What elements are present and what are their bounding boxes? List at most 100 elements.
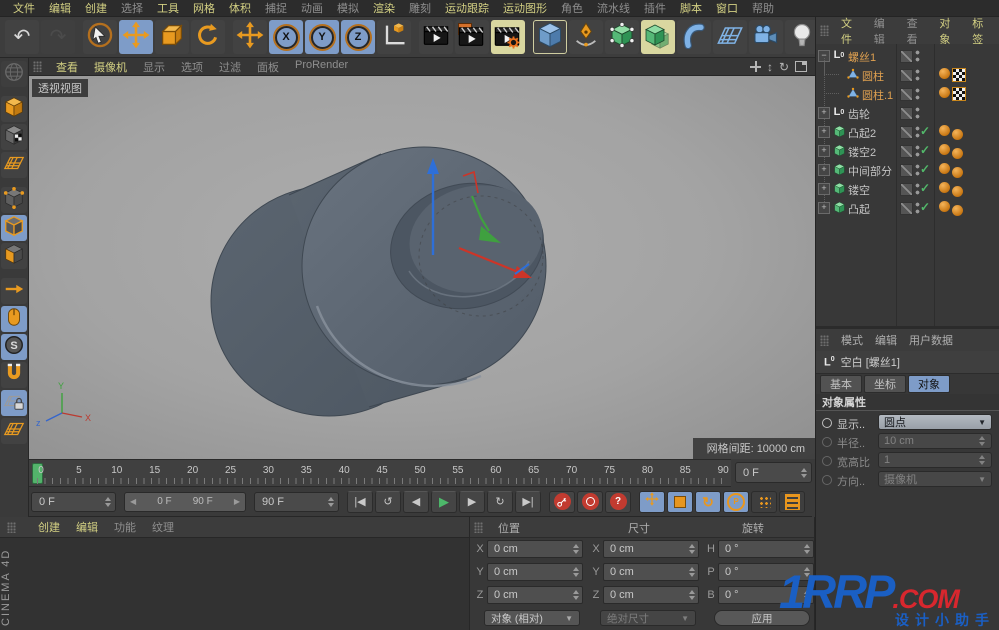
phong-tag-icon[interactable]: [939, 68, 950, 79]
coordinate-mode-dropdown[interactable]: 对象 (相对) ▼: [484, 610, 580, 626]
menubar-item-4[interactable]: 工具: [150, 0, 186, 16]
menubar-item-18[interactable]: 窗口: [709, 0, 745, 16]
menubar-item-7[interactable]: 捕捉: [258, 0, 294, 16]
coordinate-field-x-0[interactable]: 0 cm: [487, 540, 583, 558]
object-row-8[interactable]: +凸起✓: [816, 198, 999, 217]
play-forward-button[interactable]: ▶: [431, 491, 457, 513]
points-mode-icon[interactable]: [1, 187, 27, 213]
key-rotation-toggle[interactable]: ↻: [695, 491, 721, 513]
render-picture-viewer-button[interactable]: [455, 20, 489, 54]
move-tool-button[interactable]: [119, 20, 153, 54]
key-scale-toggle[interactable]: [667, 491, 693, 513]
undo-button[interactable]: ↶: [5, 20, 39, 54]
add-light-button[interactable]: [785, 20, 819, 54]
coordinate-field-z-0[interactable]: 0 cm: [487, 586, 583, 604]
visibility-dots-icon[interactable]: [915, 107, 920, 119]
maximize-view-icon[interactable]: [795, 61, 807, 72]
object-manager-menu-item-2[interactable]: 查看: [901, 15, 934, 47]
autokeying-button[interactable]: [577, 491, 603, 513]
add-subdivision-surface-button[interactable]: [605, 20, 639, 54]
minimal-interface-button[interactable]: [779, 491, 805, 513]
tab-1[interactable]: 坐标: [864, 375, 906, 393]
coordinate-field-h-2[interactable]: 0 °: [718, 540, 814, 558]
add-spline-button[interactable]: [569, 20, 603, 54]
tab-2[interactable]: 对象: [908, 375, 950, 393]
enabled-check-icon[interactable]: ✓: [920, 124, 930, 138]
render-settings-button[interactable]: [491, 20, 525, 54]
material-menu-item-1[interactable]: 编辑: [68, 519, 106, 535]
lock-z-axis-button[interactable]: Z: [341, 20, 375, 54]
spinner-arrows-icon[interactable]: [802, 544, 811, 554]
spinner-arrows-icon[interactable]: [977, 436, 986, 446]
menubar-item-15[interactable]: 流水线: [590, 0, 637, 16]
menubar-item-13[interactable]: 运动图形: [496, 0, 554, 16]
object-manager-menu-item-1[interactable]: 编辑: [868, 15, 901, 47]
menubar-item-1[interactable]: 编辑: [42, 0, 78, 16]
layer-toggle-icon[interactable]: [900, 183, 913, 196]
object-manager-menu-item-0[interactable]: 文件: [835, 15, 868, 47]
add-generator-button[interactable]: [641, 20, 675, 54]
add-primitive-button[interactable]: [533, 20, 567, 54]
spinner-arrows-icon[interactable]: [802, 567, 811, 577]
menubar-item-3[interactable]: 选择: [114, 0, 150, 16]
current-frame-field[interactable]: 0 F: [735, 462, 812, 483]
menubar-item-9[interactable]: 模拟: [330, 0, 366, 16]
goto-end-button[interactable]: ▶|: [515, 491, 541, 513]
attribute-dropdown[interactable]: 圆点▼: [878, 414, 992, 430]
expand-toggle-icon[interactable]: +: [818, 145, 830, 157]
viewport-canvas[interactable]: Y X z 透视视图 网格间距: 10000 cm: [29, 76, 815, 459]
add-deformer-button[interactable]: [677, 20, 711, 54]
expand-toggle-icon[interactable]: +: [818, 107, 830, 119]
spinner-arrows-icon[interactable]: [802, 590, 811, 600]
object-row-4[interactable]: +凸起2✓: [816, 122, 999, 141]
animation-dot-icon[interactable]: [822, 418, 832, 428]
phong-tag-icon[interactable]: [952, 186, 963, 197]
drag-handle-icon[interactable]: [474, 522, 483, 533]
tab-0[interactable]: 基本: [820, 375, 862, 393]
spinner-arrows-icon[interactable]: [687, 567, 696, 577]
menubar-item-8[interactable]: 动画: [294, 0, 330, 16]
play-reverse-button[interactable]: ↺: [375, 491, 401, 513]
object-row-7[interactable]: +镂空✓: [816, 179, 999, 198]
spinner-arrows-icon[interactable]: [571, 590, 580, 600]
rotate-view-icon[interactable]: ↻: [779, 61, 789, 73]
object-row-5[interactable]: +镂空2✓: [816, 141, 999, 160]
key-position-toggle[interactable]: [639, 491, 665, 513]
phong-tag-icon[interactable]: [939, 144, 950, 155]
coordinate-system-button[interactable]: [377, 20, 411, 54]
layer-toggle-icon[interactable]: [900, 107, 913, 120]
coordinate-field-p-2[interactable]: 0 °: [718, 563, 814, 581]
texture-tag-icon[interactable]: [952, 68, 966, 82]
viewport-navigation-icon[interactable]: [1, 306, 27, 332]
material-menu-item-2[interactable]: 功能: [106, 519, 144, 535]
object-row-3[interactable]: +L0齿轮: [816, 103, 999, 122]
phong-tag-icon[interactable]: [939, 87, 950, 98]
layer-toggle-icon[interactable]: [900, 88, 913, 101]
viewport-menu-item-6[interactable]: ProRender: [287, 59, 356, 75]
phong-tag-icon[interactable]: [952, 167, 963, 178]
range-left-arrow-icon[interactable]: ◀: [130, 497, 136, 506]
menubar-item-16[interactable]: 插件: [637, 0, 673, 16]
drag-handle-icon[interactable]: [820, 335, 829, 346]
drag-handle-icon[interactable]: [820, 25, 829, 36]
tweak-mode-icon[interactable]: [1, 278, 27, 304]
menubar-item-11[interactable]: 雕刻: [402, 0, 438, 16]
phong-tag-icon[interactable]: [952, 148, 963, 159]
drag-handle-icon[interactable]: [33, 61, 42, 72]
spinner-arrows-icon[interactable]: [103, 497, 112, 507]
expand-toggle-icon[interactable]: +: [818, 202, 830, 214]
spinner-arrows-icon[interactable]: [799, 468, 808, 478]
object-manager-menu-item-3[interactable]: 对象: [933, 15, 966, 47]
rotate-tool-button[interactable]: [191, 20, 225, 54]
key-pla-toggle[interactable]: [751, 491, 777, 513]
add-floor-button[interactable]: [713, 20, 747, 54]
coordinate-field-z-1[interactable]: 0 cm: [603, 586, 699, 604]
enable-snap-icon[interactable]: [1, 362, 27, 388]
spinner-arrows-icon[interactable]: [977, 455, 986, 465]
object-manager-menu-item-4[interactable]: 标签: [966, 15, 999, 47]
visibility-dots-icon[interactable]: [915, 88, 920, 100]
spinner-arrows-icon[interactable]: [687, 590, 696, 600]
phong-tag-icon[interactable]: [939, 182, 950, 193]
model-mode-icon[interactable]: [1, 96, 27, 122]
workplane-mode-icon[interactable]: [1, 152, 27, 178]
